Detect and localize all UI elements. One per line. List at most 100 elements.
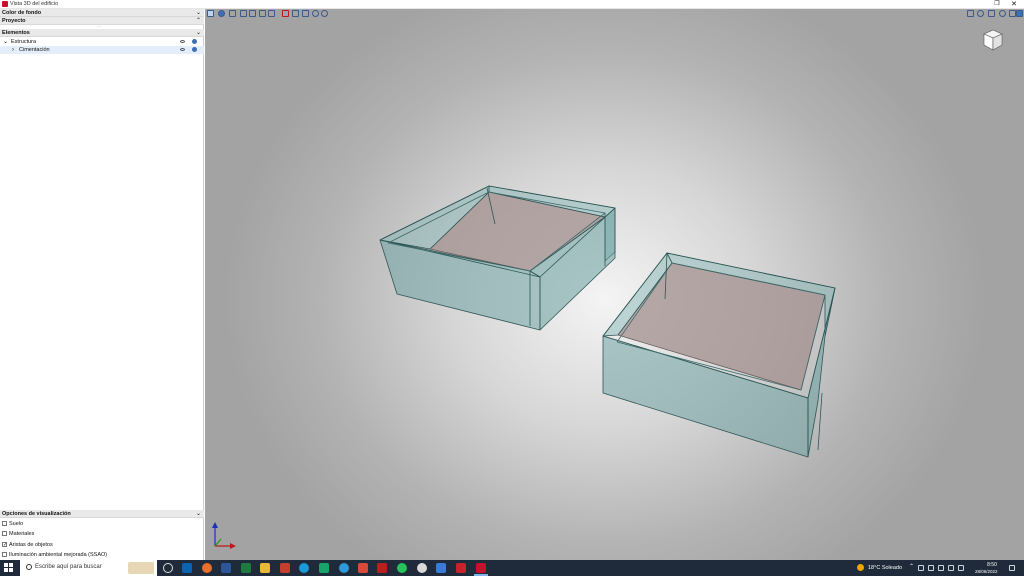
option-materiales[interactable]: Materiales	[0, 529, 204, 539]
visibility-eye-icon[interactable]	[180, 48, 185, 51]
window-title: Vista 3D del edificio	[10, 1, 59, 7]
option-label: Aristas de objetos	[9, 542, 53, 548]
option-aristas[interactable]: ✓ Aristas de objetos	[0, 540, 204, 550]
scene-svg	[212, 185, 836, 549]
volume-icon[interactable]	[938, 565, 944, 571]
clip-icon[interactable]	[249, 10, 256, 17]
app-cype-active-icon[interactable]	[476, 563, 486, 573]
option-label: Iluminación ambiental mejorada (SSAO)	[9, 552, 108, 558]
app-grey-icon[interactable]	[417, 563, 427, 573]
clock-date[interactable]: 28/06/2022	[975, 569, 998, 574]
chevron-up-icon[interactable]: ⌃	[909, 564, 915, 571]
notifications-icon[interactable]	[1009, 565, 1015, 571]
settings-icon[interactable]	[192, 47, 197, 52]
option-label: Suelo	[9, 521, 24, 527]
search-placeholder: Escribe aquí para buscar	[35, 564, 102, 570]
left-panel: Color de fondo ⌄ Proyecto ⌃ ··· Elemento…	[0, 9, 204, 560]
excel-icon[interactable]	[241, 563, 251, 573]
tree-item-cimentacion[interactable]: › Cimentación	[0, 46, 204, 54]
edge-icon[interactable]	[339, 563, 349, 573]
3d-viewport[interactable]	[205, 9, 1024, 560]
foundation-box-left[interactable]	[379, 185, 616, 338]
background-color-label: Color de fondo	[2, 10, 42, 16]
visibility-eye-icon[interactable]	[180, 40, 185, 43]
chevron-down-icon[interactable]: ⌄	[196, 510, 201, 518]
chevron-right-icon[interactable]: ›	[12, 46, 14, 54]
app-red-icon[interactable]	[280, 563, 290, 573]
app-acrobat-icon[interactable]	[377, 563, 387, 573]
language-icon[interactable]	[958, 565, 964, 571]
foundation-box-right[interactable]	[602, 252, 836, 458]
files-icon[interactable]	[260, 563, 270, 573]
word-icon[interactable]	[221, 563, 231, 573]
project-header[interactable]: Proyecto ⌃	[0, 17, 204, 25]
windows-start-icon[interactable]	[4, 563, 14, 573]
eye-icon[interactable]	[321, 10, 328, 17]
close-button[interactable]: ✕	[1009, 0, 1019, 8]
app-icon	[2, 1, 8, 7]
zoom-icon[interactable]	[977, 10, 984, 17]
home-icon[interactable]	[1009, 10, 1016, 17]
tree-item-label: Cimentación	[19, 47, 50, 53]
option-ssao[interactable]: Iluminación ambiental mejorada (SSAO)	[0, 550, 204, 560]
chevron-down-icon[interactable]: ⌄	[196, 29, 201, 37]
layers-icon[interactable]	[259, 10, 266, 17]
firefox-icon[interactable]	[202, 563, 212, 573]
checkbox[interactable]	[2, 531, 7, 536]
taskbar-search-box[interactable]: Escribe aquí para buscar	[20, 560, 157, 576]
viewport-toolbar	[205, 9, 1024, 19]
battery-icon[interactable]	[948, 565, 954, 571]
acrobat-icon[interactable]	[358, 563, 368, 573]
cube-icon[interactable]	[302, 10, 309, 17]
tree-item-estructura[interactable]: ⌄ Estructura	[0, 38, 204, 46]
weather-text[interactable]: 18°C Soleado	[868, 565, 902, 571]
tree-item-label: Estructura	[11, 39, 37, 45]
select-icon[interactable]	[207, 10, 214, 17]
chevron-up-icon[interactable]: ⌃	[196, 17, 201, 25]
settings-icon[interactable]	[192, 39, 197, 44]
chevron-down-icon[interactable]: ⌄	[3, 38, 8, 46]
splitter-handle[interactable]: ···	[97, 25, 107, 29]
elements-label: Elementos	[2, 30, 30, 36]
navigation-cube-icon[interactable]	[983, 28, 1003, 52]
checkbox[interactable]	[2, 521, 7, 526]
whatsapp-icon[interactable]	[397, 563, 407, 573]
taskbar: Escribe aquí para buscar 18°C Soleado ⌃ …	[0, 560, 1024, 576]
app-blue-icon[interactable]	[436, 563, 446, 573]
task-view-icon[interactable]	[163, 563, 173, 573]
outlook-icon[interactable]	[182, 563, 192, 573]
grid-icon[interactable]	[282, 10, 289, 17]
axes-icon[interactable]	[229, 10, 236, 17]
chevron-down-icon[interactable]: ⌄	[196, 9, 201, 17]
zoom-fit-icon[interactable]	[967, 10, 974, 17]
shield-icon[interactable]	[240, 10, 247, 17]
app-green-icon[interactable]	[319, 563, 329, 573]
display-options-label: Opciones de visualización	[2, 511, 71, 517]
clock-time[interactable]: 8:50	[983, 562, 1001, 568]
material-icon[interactable]	[268, 10, 275, 17]
measure-icon[interactable]	[292, 10, 299, 17]
project-label: Proyecto	[2, 18, 26, 24]
skype-icon[interactable]	[299, 563, 309, 573]
tray-app-icon[interactable]	[918, 565, 924, 571]
display-options-header[interactable]: Opciones de visualización ⌄	[0, 510, 204, 518]
restore-button[interactable]: ❐	[992, 0, 1002, 8]
checkbox-checked[interactable]: ✓	[2, 542, 7, 548]
network-icon[interactable]	[928, 565, 934, 571]
orbit-icon[interactable]	[999, 10, 1006, 17]
checkbox[interactable]	[2, 552, 7, 557]
elements-header[interactable]: Elementos ⌄	[0, 29, 204, 37]
app-cype-icon[interactable]	[456, 563, 466, 573]
search-icon	[26, 564, 32, 570]
info-icon[interactable]	[218, 10, 225, 17]
pan-icon[interactable]	[988, 10, 995, 17]
background-color-header[interactable]: Color de fondo ⌄	[0, 9, 204, 17]
axes-gizmo-icon	[212, 522, 236, 549]
title-bar: Vista 3D del edificio ❐ ✕	[0, 0, 1024, 9]
option-label: Materiales	[9, 531, 35, 537]
search-highlight-icon	[128, 562, 154, 574]
perspective-icon[interactable]	[1016, 10, 1023, 17]
settings-icon[interactable]	[312, 10, 319, 17]
option-suelo[interactable]: Suelo	[0, 519, 204, 529]
sun-icon[interactable]	[857, 564, 864, 571]
